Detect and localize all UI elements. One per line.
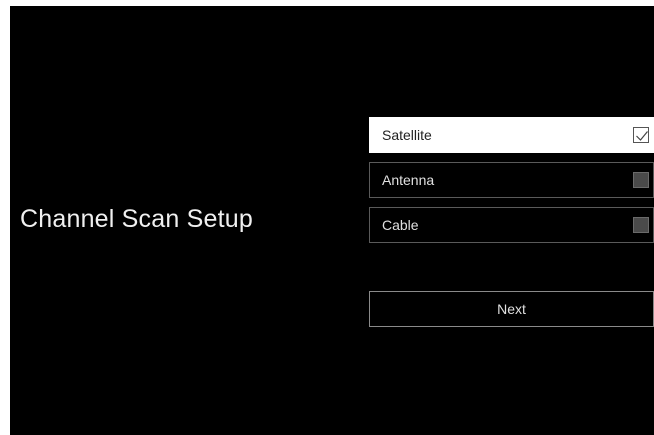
- option-label: Cable: [382, 217, 419, 233]
- option-label: Satellite: [382, 127, 432, 143]
- checkbox-icon[interactable]: [633, 217, 649, 233]
- option-cable[interactable]: Cable: [369, 207, 654, 243]
- next-button[interactable]: Next: [369, 291, 654, 327]
- option-antenna[interactable]: Antenna: [369, 162, 654, 198]
- option-satellite[interactable]: Satellite: [369, 117, 654, 153]
- page-title: Channel Scan Setup: [20, 205, 253, 233]
- checkbox-checked-icon[interactable]: [633, 127, 649, 143]
- checkbox-icon[interactable]: [633, 172, 649, 188]
- tv-setup-screen: Channel Scan Setup Satellite Antenna Cab…: [10, 6, 654, 435]
- option-label: Antenna: [382, 172, 435, 188]
